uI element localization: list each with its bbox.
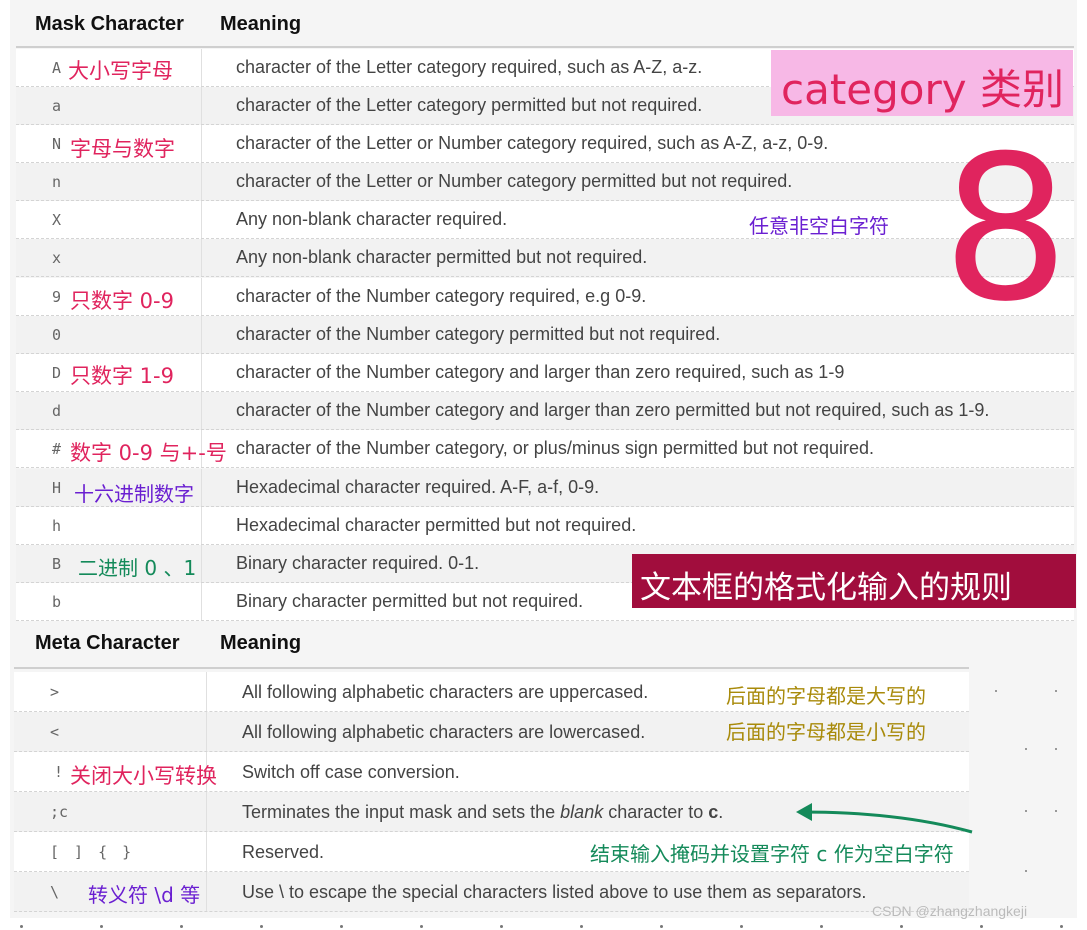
meta-meaning: All following alphabetic characters are … (242, 722, 646, 742)
note-a-upper: 大小写字母 (68, 59, 173, 83)
mask-code: # (52, 440, 62, 458)
meta-code: [ ] { } (50, 843, 132, 861)
note-lowercase: 后面的字母都是小写的 (726, 720, 926, 744)
note-uppercase: 后面的字母都是大写的 (726, 684, 926, 708)
mask-code: A (52, 59, 62, 77)
meta-code: ;c (50, 803, 69, 821)
mask-meaning: Any non-blank character permitted but no… (236, 247, 648, 267)
note-9: 只数字 0-9 (70, 289, 174, 313)
note-backslash: 转义符 \d 等 (88, 883, 201, 907)
mask-meaning: character of the Letter category permitt… (236, 95, 703, 115)
table-row: 9 character of the Number category requir… (16, 278, 1074, 316)
mask-meaning: Binary character required. 0-1. (236, 553, 480, 573)
mask-meaning: character of the Number category, or plu… (236, 438, 874, 458)
mask-header-meaning: Meaning (220, 13, 302, 35)
mask-meaning: character of the Number category permitt… (236, 324, 721, 344)
category-label-box: category 类别 (771, 50, 1073, 116)
note-bang: 关闭大小写转换 (70, 764, 217, 788)
meta-code: < (50, 723, 60, 741)
table-row: Dcharacter of the Number category and la… (16, 354, 1074, 392)
meta-meaning: Switch off case conversion. (242, 762, 460, 782)
table-row: n character of the Letter or Number categ… (16, 163, 1074, 201)
mask-code: n (52, 173, 62, 191)
category-label: category 类别 (781, 65, 1064, 114)
meta-header-code: Meta Character (35, 632, 180, 654)
nonblank-note: 任意非空白字符 (749, 214, 889, 238)
mask-meaning: Any non-blank character required. (236, 209, 508, 229)
meta-header-meaning: Meaning (220, 632, 302, 654)
title-banner-text: 文本框的格式化输入的规则 (640, 570, 1012, 606)
note-n-upper: 字母与数字 (70, 137, 175, 161)
mask-meaning: character of the Letter or Number catego… (236, 171, 793, 191)
table-row: x Any non-blank character permitted but n… (16, 239, 1074, 277)
mask-meaning: character of the Letter or Number catego… (236, 133, 829, 153)
mask-meaning: character of the Number category and lar… (236, 400, 990, 420)
mask-code: H (52, 479, 62, 497)
mask-code: 0 (52, 326, 62, 344)
mask-code: x (52, 249, 62, 267)
meta-header-divider (14, 667, 969, 669)
mask-meaning: character of the Letter category require… (236, 57, 703, 77)
mask-code: B (52, 555, 62, 573)
meta-meaning: All following alphabetic characters are … (242, 682, 649, 702)
mask-code: N (52, 135, 62, 153)
note-terminate: 结束输入掩码并设置字符 c 作为空白字符 (590, 842, 954, 866)
eight-label: 8 (942, 113, 1070, 346)
mask-code: 9 (52, 288, 62, 306)
note-h-upper: 十六进制数字 (74, 482, 194, 506)
mask-header-code: Mask Character (35, 13, 184, 35)
watermark: CSDN @zhangzhangkeji (872, 903, 1028, 919)
table-row: h Hexadecimal character permitted but not… (16, 507, 1074, 545)
mask-code: X (52, 211, 62, 229)
mask-meaning: character of the Number category and lar… (236, 362, 845, 382)
mask-meaning: Binary character permitted but not requi… (236, 591, 584, 611)
meta-meaning: Terminates the input mask and sets the b… (242, 802, 723, 823)
mask-meaning: Hexadecimal character permitted but not … (236, 515, 637, 535)
mask-header-divider (16, 46, 1074, 48)
meta-code: \ (50, 883, 60, 901)
meta-code: ! (54, 763, 64, 781)
meaning-post: . (718, 802, 724, 822)
mask-code: d (52, 402, 62, 420)
note-hash: 数字 0-9 与+-号 (70, 441, 227, 465)
mask-code: a (52, 97, 62, 115)
meta-meaning: Reserved. (242, 842, 325, 862)
table-row: X Any non-blank character required. (16, 201, 1074, 239)
meaning-em: blank (560, 802, 604, 822)
table-row: d character of the Number category and la… (16, 392, 1074, 430)
meaning-mid: character to (603, 802, 709, 822)
mask-code: b (52, 593, 62, 611)
meta-meaning: Use \ to escape the special characters l… (242, 882, 867, 902)
meaning-pre: Terminates the input mask and sets the (242, 802, 561, 822)
note-b-upper: 二进制 0 、1 (78, 556, 197, 580)
mask-code: D (52, 364, 62, 382)
meaning-bold: c (708, 802, 719, 822)
mask-meaning: character of the Number category require… (236, 286, 647, 306)
mask-meaning: Hexadecimal character required. A-F, a-f… (236, 477, 600, 497)
title-banner: 文本框的格式化输入的规则 (632, 554, 1076, 608)
note-d-upper: 只数字 1-9 (70, 364, 174, 388)
table-row: ;c Terminates the input mask and sets th… (14, 792, 969, 832)
mask-code: h (52, 517, 62, 535)
table-row: 0 character of the Number category permit… (16, 316, 1074, 354)
meta-code: > (50, 683, 60, 701)
